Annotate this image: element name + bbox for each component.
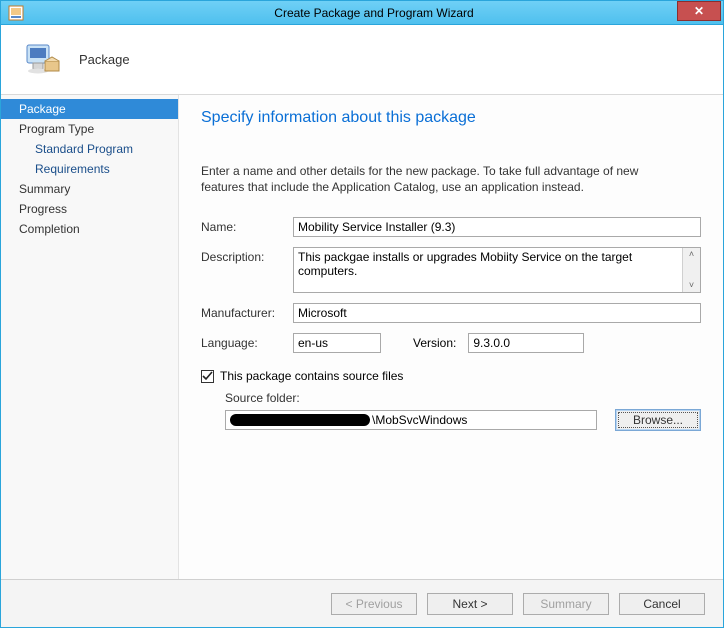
wizard-sidebar: PackageProgram TypeStandard ProgramRequi… bbox=[1, 95, 179, 579]
page-title: Specify information about this package bbox=[201, 109, 701, 127]
app-icon bbox=[7, 4, 25, 22]
version-input[interactable] bbox=[468, 333, 584, 353]
previous-button: < Previous bbox=[331, 593, 417, 615]
source-folder-path-suffix: \MobSvcWindows bbox=[372, 413, 467, 427]
sidebar-item-summary[interactable]: Summary bbox=[1, 179, 178, 199]
sidebar-item-progress[interactable]: Progress bbox=[1, 199, 178, 219]
sidebar-item-requirements[interactable]: Requirements bbox=[1, 159, 178, 179]
wizard-footer: < Previous Next > Summary Cancel bbox=[1, 579, 723, 627]
scroll-up-icon[interactable]: ˄ bbox=[689, 248, 694, 261]
description-label: Description: bbox=[201, 247, 293, 264]
package-icon bbox=[21, 39, 63, 81]
close-icon: ✕ bbox=[694, 4, 704, 18]
source-folder-input[interactable]: \MobSvcWindows bbox=[225, 410, 597, 430]
manufacturer-input[interactable] bbox=[293, 303, 701, 323]
titlebar: Create Package and Program Wizard ✕ bbox=[1, 1, 723, 25]
sidebar-item-standard-program[interactable]: Standard Program bbox=[1, 139, 178, 159]
scroll-down-icon[interactable]: ˅ bbox=[689, 279, 694, 292]
source-files-checkbox-row[interactable]: This package contains source files bbox=[201, 369, 701, 383]
wizard-body: PackageProgram TypeStandard ProgramRequi… bbox=[1, 95, 723, 579]
description-scrollbar[interactable]: ˄ ˅ bbox=[682, 248, 700, 292]
sidebar-item-package[interactable]: Package bbox=[1, 99, 178, 119]
name-input[interactable] bbox=[293, 217, 701, 237]
browse-button[interactable]: Browse... bbox=[615, 409, 701, 431]
cancel-button[interactable]: Cancel bbox=[619, 593, 705, 615]
manufacturer-label: Manufacturer: bbox=[201, 303, 293, 320]
wizard-window: Create Package and Program Wizard ✕ Pack… bbox=[0, 0, 724, 628]
source-folder-label: Source folder: bbox=[225, 391, 701, 405]
redacted-path-segment bbox=[230, 414, 370, 426]
source-files-checkbox[interactable] bbox=[201, 370, 214, 383]
language-input[interactable] bbox=[293, 333, 381, 353]
sidebar-item-completion[interactable]: Completion bbox=[1, 219, 178, 239]
version-label: Version: bbox=[413, 336, 456, 350]
name-label: Name: bbox=[201, 217, 293, 234]
window-title: Create Package and Program Wizard bbox=[25, 6, 723, 20]
summary-button: Summary bbox=[523, 593, 609, 615]
source-files-checkbox-label: This package contains source files bbox=[220, 369, 403, 383]
header-label: Package bbox=[79, 52, 130, 67]
wizard-content: Specify information about this package E… bbox=[179, 95, 723, 579]
page-instructions: Enter a name and other details for the n… bbox=[201, 163, 671, 195]
description-field[interactable]: This packgae installs or upgrades Mobiit… bbox=[293, 247, 701, 293]
language-label: Language: bbox=[201, 333, 293, 350]
description-text[interactable]: This packgae installs or upgrades Mobiit… bbox=[294, 248, 682, 292]
wizard-header: Package bbox=[1, 25, 723, 95]
close-button[interactable]: ✕ bbox=[677, 1, 721, 21]
sidebar-item-program-type[interactable]: Program Type bbox=[1, 119, 178, 139]
next-button[interactable]: Next > bbox=[427, 593, 513, 615]
